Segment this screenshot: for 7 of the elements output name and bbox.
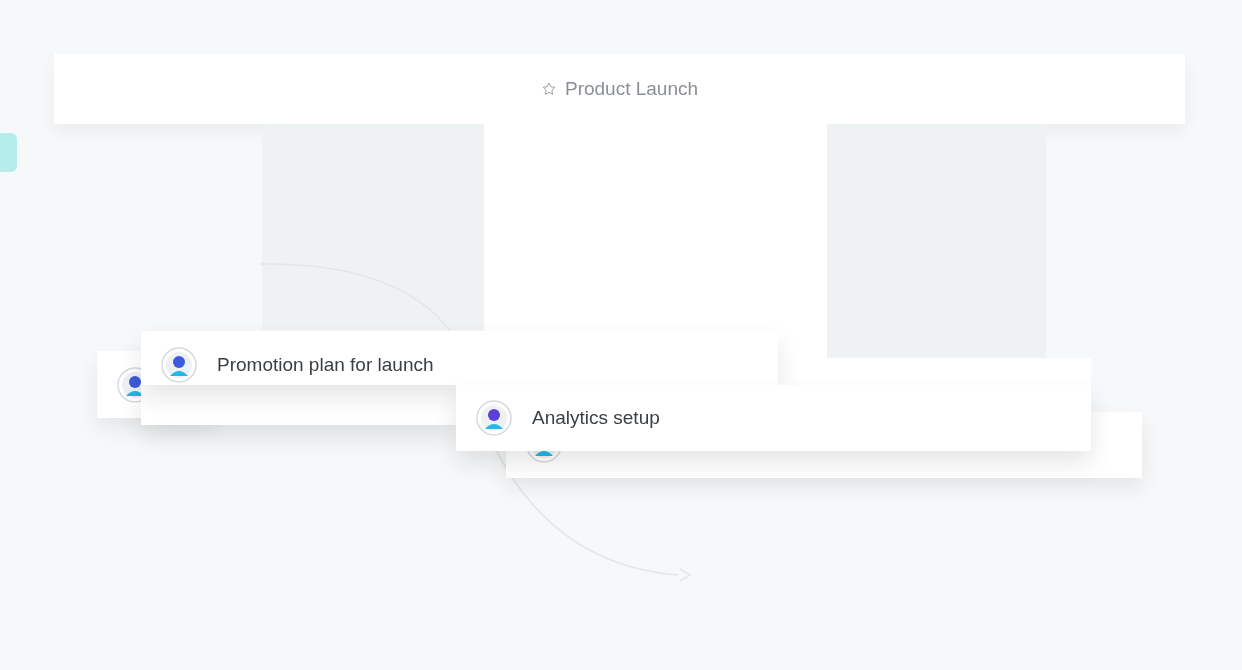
avatar-icon <box>161 347 197 383</box>
avatar-icon <box>476 400 512 436</box>
board-title: Product Launch <box>564 76 699 101</box>
task-card[interactable]: Analytics setup <box>456 385 1091 451</box>
task-card[interactable]: Promotion plan for launch <box>141 331 778 385</box>
task-title: Promotion plan for launch <box>217 353 434 377</box>
task-title: Analytics setup <box>532 406 660 430</box>
